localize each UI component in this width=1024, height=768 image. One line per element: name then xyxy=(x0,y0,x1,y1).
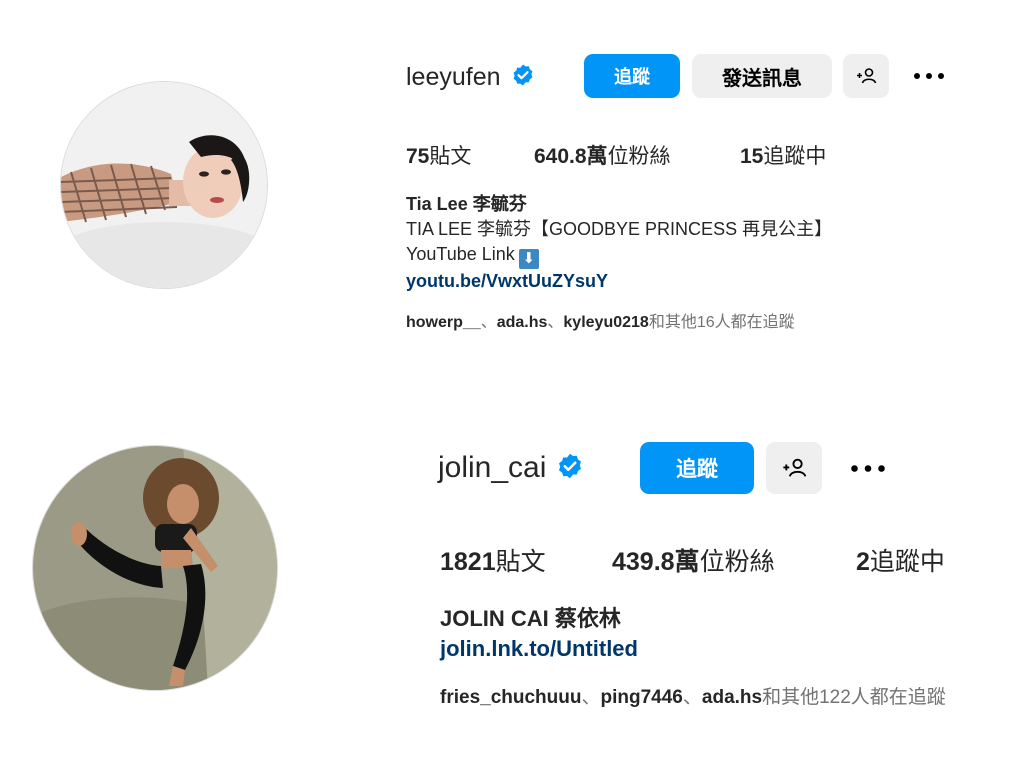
avatar-photo-lying-woman xyxy=(61,82,267,288)
profile-avatar[interactable] xyxy=(32,445,278,691)
profile-card-jolin-cai: jolin_cai 追蹤 1821貼文 439.8萬位粉絲 2追蹤中 JOLIN… xyxy=(0,390,1024,768)
username: leeyufen xyxy=(406,62,501,91)
follow-button[interactable]: 追蹤 xyxy=(640,442,754,494)
add-person-icon[interactable] xyxy=(843,54,889,98)
profile-stats: 1821貼文 439.8萬位粉絲 2追蹤中 xyxy=(440,542,945,578)
verified-badge-icon xyxy=(511,63,535,92)
bio-line: TIA LEE 李毓芬【GOODBYE PRINCESS 再見公主】 xyxy=(406,219,833,239)
profile-header-row: jolin_cai 追蹤 xyxy=(438,442,885,494)
followed-by-user[interactable]: kyleyu0218 xyxy=(563,314,648,331)
followed-by[interactable]: fries_chuchuuu、ping7446、ada.hs和其他122人都在追… xyxy=(440,682,946,709)
more-options-icon[interactable] xyxy=(842,442,894,494)
profile-bio: JOLIN CAI 蔡依林 jolin.lnk.to/Untitled xyxy=(440,604,638,664)
profile-card-leeyufen: leeyufen 追蹤 發送訊息 75貼文 640.8萬位粉絲 15追蹤中 Ti… xyxy=(0,0,1024,370)
profile-avatar[interactable] xyxy=(60,81,268,289)
following-count[interactable]: 15追蹤中 xyxy=(740,140,826,170)
bio-line: YouTube Link ⬇ xyxy=(406,242,832,269)
following-count[interactable]: 2追蹤中 xyxy=(856,542,945,578)
bio-link[interactable]: youtu.be/VwxtUuZYsuY xyxy=(406,271,608,291)
verified-badge-icon xyxy=(556,452,584,485)
more-options-icon[interactable] xyxy=(906,54,952,98)
posts-count: 75貼文 xyxy=(406,145,472,168)
profile-header-row: leeyufen 追蹤 發送訊息 xyxy=(406,54,944,100)
full-name: Tia Lee 李毓芬 xyxy=(406,194,527,214)
profile-bio: Tia Lee 李毓芬 TIA LEE 李毓芬【GOODBYE PRINCESS… xyxy=(406,192,832,294)
username: jolin_cai xyxy=(438,451,547,484)
followers-count[interactable]: 439.8萬位粉絲 xyxy=(612,542,856,578)
followed-by-user[interactable]: fries_chuchuuu xyxy=(440,687,581,708)
followed-by-user[interactable]: howerp__ xyxy=(406,314,481,331)
followed-by-suffix: 和其他122人都在追蹤 xyxy=(762,687,946,708)
add-person-icon[interactable] xyxy=(766,442,822,494)
message-button[interactable]: 發送訊息 xyxy=(692,54,832,98)
followed-by-user[interactable]: ping7446 xyxy=(601,687,683,708)
profile-stats: 75貼文 640.8萬位粉絲 15追蹤中 xyxy=(406,140,826,170)
followed-by-user[interactable]: ada.hs xyxy=(497,314,548,331)
followed-by-user[interactable]: ada.hs xyxy=(702,687,762,708)
down-arrow-emoji-icon: ⬇ xyxy=(518,249,539,269)
followers-count[interactable]: 640.8萬位粉絲 xyxy=(534,140,740,170)
full-name: JOLIN CAI 蔡依林 xyxy=(440,606,621,631)
followed-by-suffix: 和其他16人都在追蹤 xyxy=(648,314,795,331)
avatar-photo-seated-woman xyxy=(33,446,277,690)
followed-by[interactable]: howerp__、ada.hs、kyleyu0218和其他16人都在追蹤 xyxy=(406,308,795,332)
bio-link[interactable]: jolin.lnk.to/Untitled xyxy=(440,636,638,661)
follow-button[interactable]: 追蹤 xyxy=(584,54,680,98)
posts-count: 1821貼文 xyxy=(440,548,546,576)
